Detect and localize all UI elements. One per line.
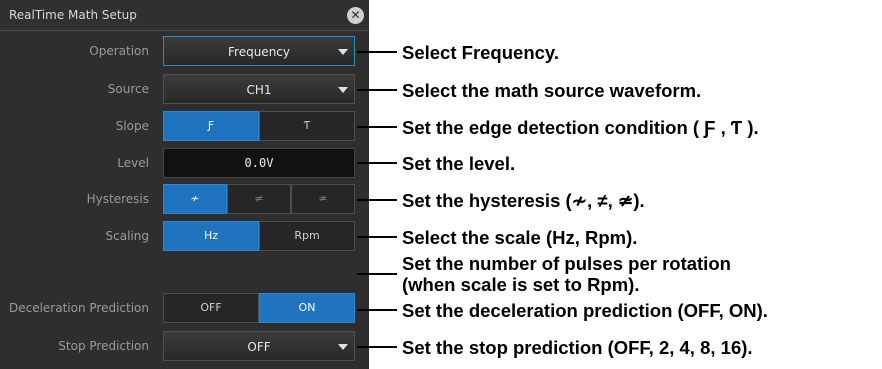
slope-falling-button[interactable]: Ƭ [259,111,355,141]
hysteresis-mid-icon: ≠ [254,192,264,205]
operation-value: Frequency [228,45,290,59]
level-input[interactable]: 0.0V [163,148,355,178]
connector-line [357,309,397,311]
annotation-deceleration: Set the deceleration prediction (OFF, ON… [402,300,768,321]
chevron-down-icon [338,49,348,55]
scaling-label: Scaling [105,229,149,243]
hysteresis-high-icon: ≄ [318,192,328,205]
dialog-titlebar: RealTime Math Setup ✕ [0,0,369,31]
close-icon[interactable]: ✕ [347,7,364,24]
annotation-scaling: Select the scale (Hz, Rpm). [402,227,638,248]
deceleration-on-label: ON [298,301,316,314]
hysteresis-high-button[interactable]: ≄ [291,184,355,214]
chevron-down-icon [338,87,348,93]
connector-line [357,51,397,53]
hysteresis-low-button[interactable]: ≁ [163,184,227,214]
rising-edge-icon: Ƒ [207,119,215,132]
source-label: Source [107,82,149,96]
deceleration-off-label: OFF [200,301,222,314]
realtime-math-setup-dialog: RealTime Math Setup ✕ Operation Frequenc… [0,0,369,369]
operation-dropdown[interactable]: Frequency [163,36,355,66]
connector-line [357,236,397,238]
dialog-title: RealTime Math Setup [9,8,137,22]
scaling-rpm-button[interactable]: Rpm [259,221,355,251]
connector-line [357,89,397,91]
annotation-pulses-line1: Set the number of pulses per rotation [402,253,731,274]
chevron-down-icon [338,344,348,350]
scaling-rpm-label: Rpm [294,229,320,242]
slope-label: Slope [115,119,149,133]
annotation-operation: Select Frequency. [402,42,559,63]
connector-line [357,199,397,201]
deceleration-off-button[interactable]: OFF [163,293,259,323]
deceleration-on-button[interactable]: ON [259,293,355,323]
scaling-hz-label: Hz [203,229,219,242]
deceleration-prediction-label: Deceleration Prediction [8,301,149,315]
connector-line [357,126,397,128]
scaling-hz-button[interactable]: Hz [163,221,259,251]
source-value: CH1 [246,83,272,97]
hysteresis-mid-button[interactable]: ≠ [227,184,291,214]
annotation-pulses-line2: (when scale is set to Rpm). [402,274,640,295]
stop-prediction-label: Stop Prediction [58,339,149,353]
falling-edge-icon: Ƭ [303,119,311,132]
level-label: Level [117,156,149,170]
annotation-source: Select the math source waveform. [402,80,702,101]
annotation-level: Set the level. [402,153,516,174]
source-dropdown[interactable]: CH1 [163,74,355,104]
annotation-slope: Set the edge detection condition ( Ƒ , Ƭ… [402,117,759,138]
slope-rising-button[interactable]: Ƒ [163,111,259,141]
connector-line [357,346,397,348]
operation-label: Operation [89,44,149,58]
hysteresis-label: Hysteresis [86,192,149,206]
connector-line [357,162,397,164]
annotation-stop: Set the stop prediction (OFF, 2, 4, 8, 1… [402,337,753,358]
stop-prediction-value: OFF [247,340,271,354]
connector-line [357,273,397,275]
stop-prediction-dropdown[interactable]: OFF [163,331,355,361]
annotation-hysteresis: Set the hysteresis (≁, ≠, ≄). [402,190,645,211]
hysteresis-low-icon: ≁ [190,192,200,205]
